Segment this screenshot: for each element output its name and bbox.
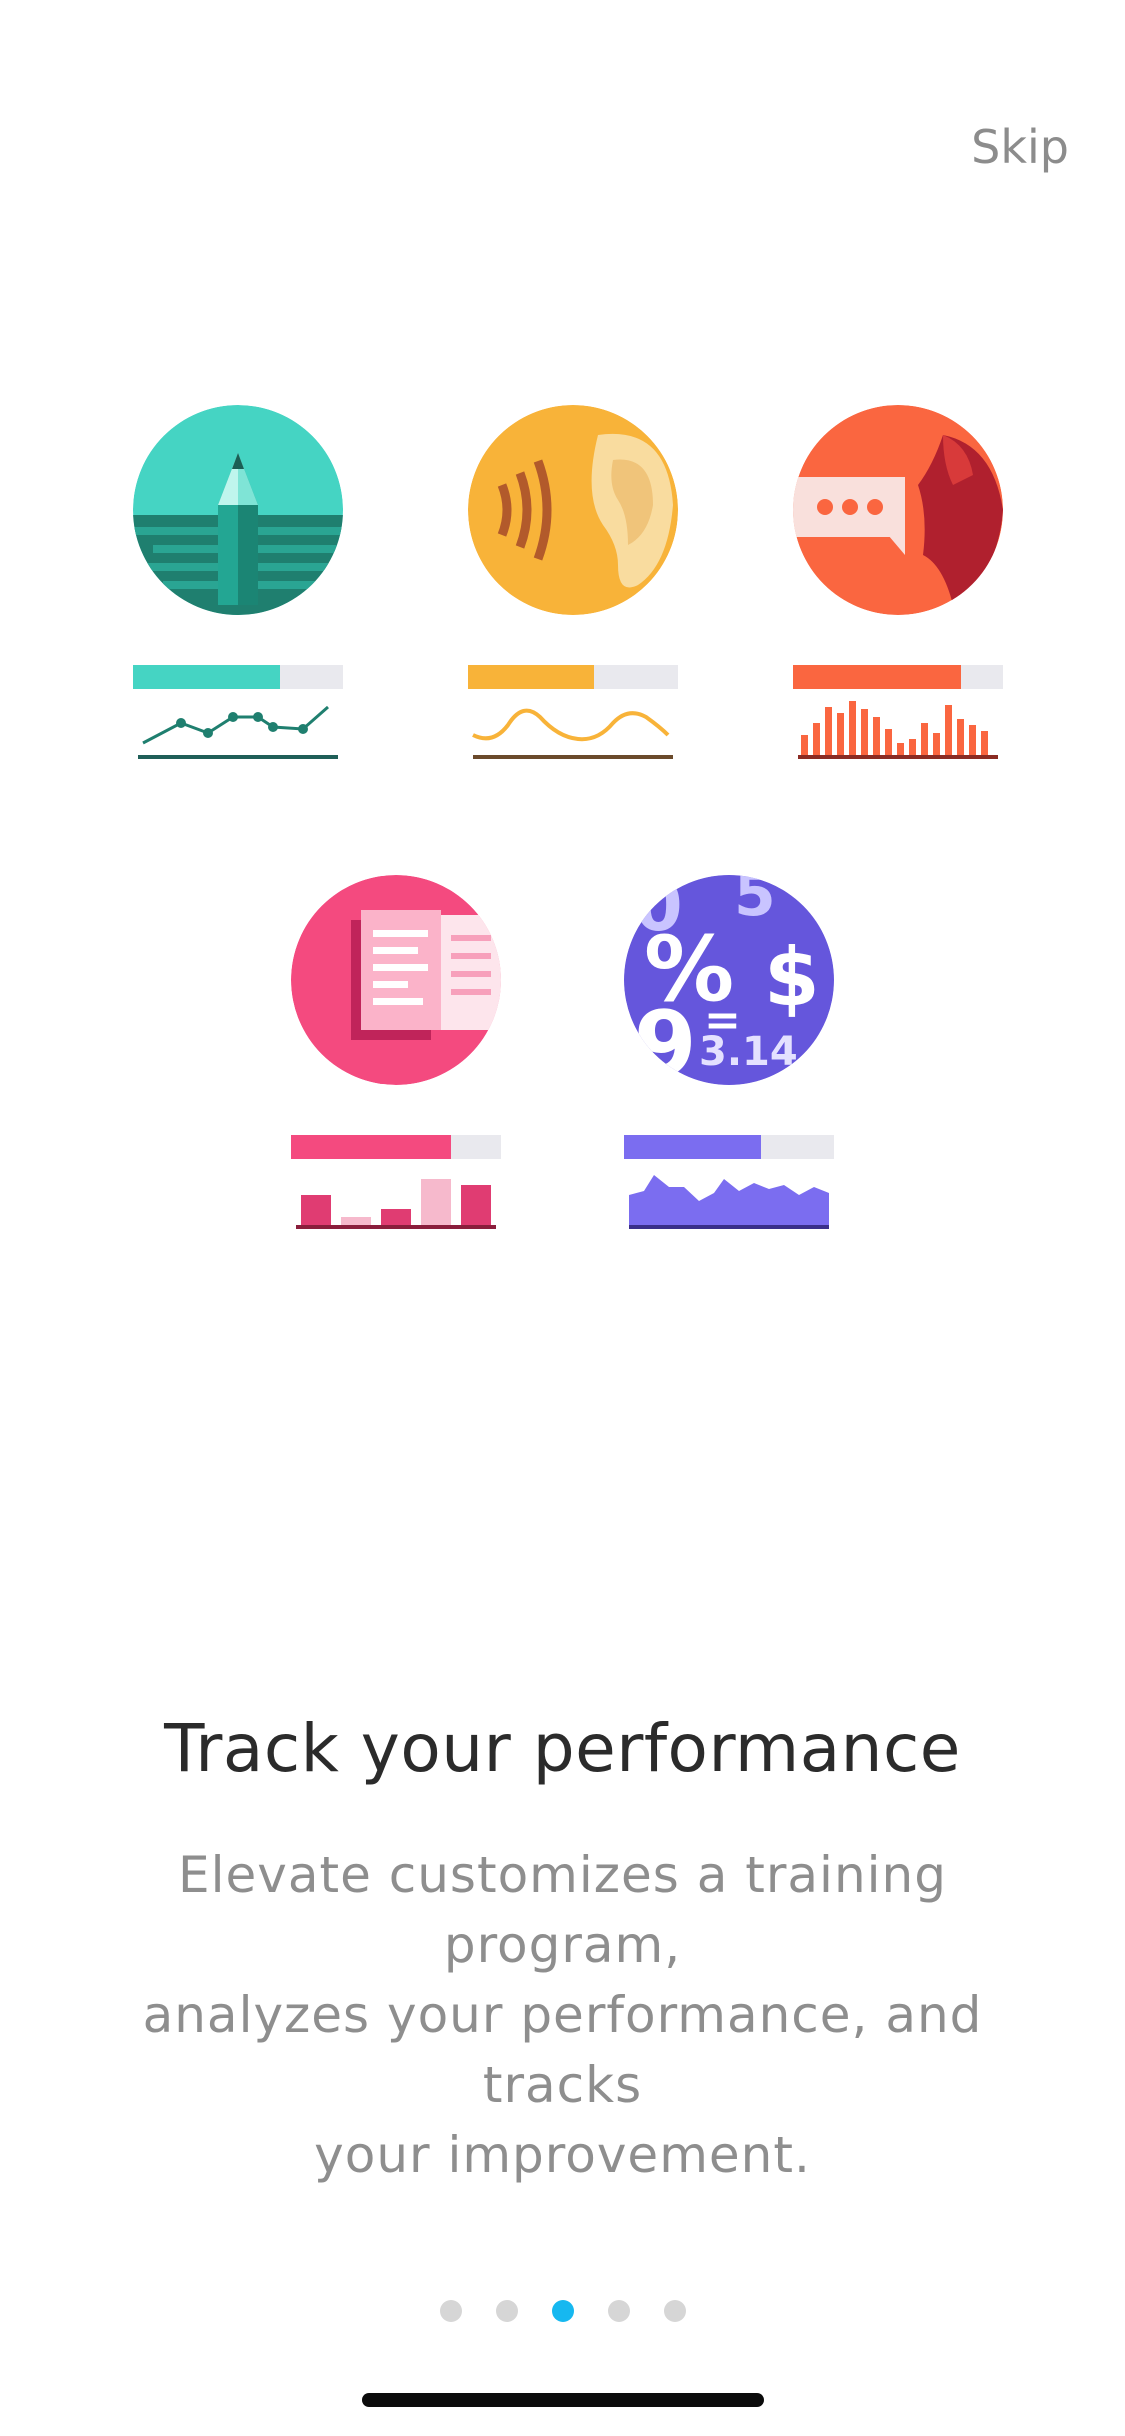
svg-text:3.14: 3.14 [699, 1029, 798, 1075]
description-line-1: Elevate customizes a training program, [178, 1846, 947, 1974]
page-dot-1[interactable] [439, 2300, 462, 2322]
writing-line-chart [138, 705, 338, 759]
svg-text:$: $ [764, 931, 820, 1024]
skip-button[interactable]: Skip [971, 120, 1069, 174]
reading-progress-fill [291, 1135, 451, 1159]
math-progress-fill [624, 1135, 761, 1159]
skill-writing [133, 405, 343, 759]
numbers-icon: 0 5 % $ 9 = 3.14 [624, 875, 834, 1085]
writing-progress-bar [133, 665, 343, 689]
skill-listening [468, 405, 678, 759]
page-indicator [0, 2300, 1125, 2322]
page-dot-5[interactable] [663, 2300, 686, 2322]
skill-speaking [793, 405, 1003, 759]
math-area-chart [629, 1175, 829, 1229]
svg-text:9: 9 [634, 992, 697, 1085]
description-line-2: analyzes your performance, and tracks [142, 1986, 983, 2114]
writing-progress-fill [133, 665, 280, 689]
svg-text:5: 5 [734, 875, 776, 930]
onboarding-screen: Skip 0 5 % $ 9 = 3.14 Track your perform… [0, 0, 1125, 2436]
book-icon [291, 875, 501, 1085]
ear-icon [468, 405, 678, 615]
pencil-icon [133, 405, 343, 615]
reading-progress-bar [291, 1135, 501, 1159]
skill-reading [291, 875, 501, 1229]
page-dot-4[interactable] [607, 2300, 630, 2322]
listening-wave-chart [472, 708, 673, 759]
speaking-progress-bar [793, 665, 1003, 689]
reading-block-chart [296, 1179, 496, 1229]
speaking-bar-chart [798, 701, 998, 759]
skill-math: 0 5 % $ 9 = 3.14 [624, 875, 834, 1229]
listening-progress-fill [468, 665, 594, 689]
speaking-progress-fill [793, 665, 961, 689]
page-dot-3[interactable] [551, 2300, 574, 2322]
onboarding-description: Elevate customizes a training program, a… [70, 1840, 1055, 2190]
page-dot-2[interactable] [495, 2300, 518, 2322]
listening-progress-bar [468, 665, 678, 689]
onboarding-title: Track your performance [164, 1710, 961, 1787]
speech-bubble-icon [793, 405, 1003, 615]
description-line-3: your improvement. [314, 2126, 811, 2184]
math-progress-bar [624, 1135, 834, 1159]
home-indicator[interactable] [362, 2393, 764, 2407]
